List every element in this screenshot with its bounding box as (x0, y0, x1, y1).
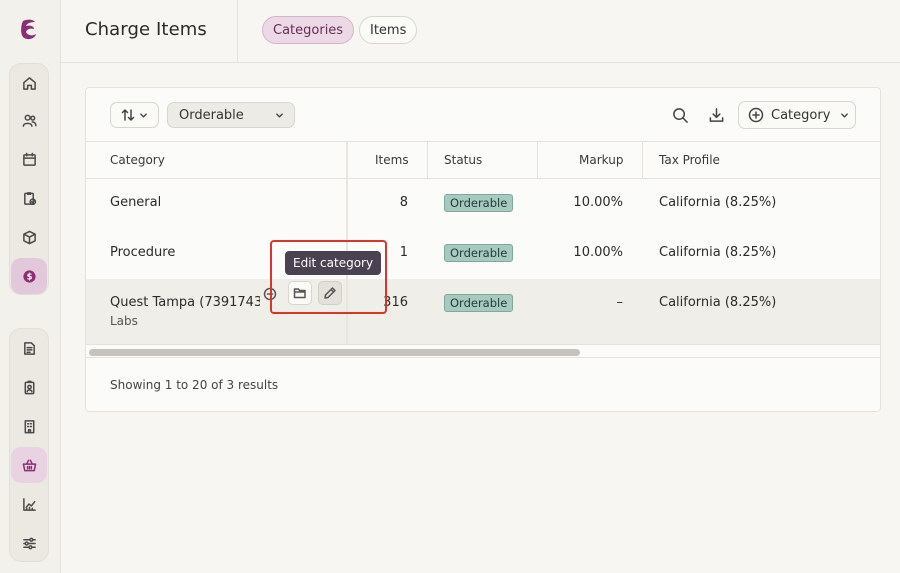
nav-staff[interactable] (11, 369, 47, 405)
nav-documents[interactable] (11, 330, 47, 366)
clipboard-check-icon (23, 191, 36, 205)
tab-items[interactable]: Items (359, 16, 418, 44)
column-separator (427, 142, 428, 179)
table-row[interactable]: General 8 Orderable 10.00% California (8… (86, 179, 880, 229)
table-toolbar: Orderable Category (86, 88, 880, 142)
page-title: Charge Items (85, 19, 207, 40)
markup-value: 10.00% (573, 195, 623, 210)
horizontal-scrollbar[interactable] (86, 344, 880, 358)
download-button[interactable] (705, 104, 727, 126)
category-name: Procedure (110, 245, 176, 260)
search-icon (672, 107, 688, 123)
column-header-items[interactable]: Items (375, 153, 409, 167)
users-icon (22, 114, 37, 127)
column-header-status[interactable]: Status (444, 153, 482, 167)
sort-button[interactable] (110, 102, 159, 128)
document-icon (23, 341, 35, 355)
building-icon (24, 419, 34, 433)
categories-card: Orderable Category Category Items Status… (85, 87, 881, 412)
tax-profile-value: California (8.25%) (659, 295, 777, 310)
nav-tasks[interactable] (11, 180, 47, 216)
home-icon (22, 76, 36, 90)
status-badge: Orderable (444, 244, 514, 262)
nav-patients[interactable] (11, 102, 47, 138)
chevron-down-icon (841, 112, 849, 118)
tax-profile-value: California (8.25%) (659, 195, 777, 210)
tax-profile-value: California (8.25%) (659, 245, 777, 260)
header-divider (237, 0, 238, 62)
chart-icon (22, 497, 36, 511)
status-filter-value: Orderable (179, 107, 244, 123)
nav-home[interactable] (11, 65, 47, 101)
nav-reports[interactable] (11, 486, 47, 522)
nav-settings[interactable] (11, 525, 47, 561)
column-header-markup[interactable]: Markup (579, 153, 623, 167)
table-row[interactable]: Procedure 1 Orderable 10.00% California … (86, 229, 880, 279)
status-filter-select[interactable]: Orderable (167, 102, 295, 128)
category-name: Quest Tampa (73917439) (110, 295, 260, 310)
nav-billing[interactable]: $ (11, 258, 47, 294)
category-name: General (110, 195, 162, 210)
tab-categories[interactable]: Categories (262, 16, 355, 44)
status-badge: Orderable (444, 194, 514, 212)
nav-calendar[interactable] (11, 141, 47, 177)
nav-group-secondary (9, 328, 49, 562)
box-icon (22, 230, 36, 244)
highlight-annotation (270, 240, 387, 314)
download-icon (709, 107, 723, 122)
column-header-category[interactable]: Category (110, 153, 165, 167)
basket-icon (22, 459, 36, 471)
items-count: 8 (399, 195, 408, 210)
chevron-down-icon (276, 112, 283, 118)
sort-icon (121, 109, 135, 121)
dollar-icon: $ (22, 269, 36, 283)
add-category-label: Category (771, 107, 831, 123)
id-badge-icon (24, 380, 34, 394)
nav-inventory[interactable] (11, 219, 47, 255)
scrollbar-thumb[interactable] (89, 349, 580, 356)
search-button[interactable] (669, 104, 691, 126)
page-header: Charge Items Categories Items (61, 0, 900, 63)
sliders-icon (22, 537, 36, 549)
chevron-down-icon (140, 112, 147, 118)
category-subtitle: Labs (110, 314, 138, 328)
add-category-button[interactable]: Category (738, 101, 856, 129)
sidebar: $ (0, 0, 61, 573)
status-badge: Orderable (444, 294, 514, 312)
nav-locations[interactable] (11, 408, 47, 444)
column-separator (537, 142, 538, 179)
column-separator (642, 142, 643, 179)
svg-text:$: $ (26, 271, 32, 281)
column-header-tax-profile[interactable]: Tax Profile (659, 153, 720, 167)
pagination-summary: Showing 1 to 20 of 3 results (110, 378, 279, 392)
markup-value: 10.00% (573, 245, 623, 260)
nav-charge-items[interactable] (11, 447, 47, 483)
markup-value: – (616, 295, 624, 310)
table-row[interactable]: Quest Tampa (73917439) Labs 316 Orderabl… (86, 279, 880, 344)
items-count: 1 (399, 245, 408, 260)
nav-group-primary: $ (9, 63, 49, 295)
calendar-icon (22, 152, 36, 166)
plus-circle-icon (748, 107, 764, 123)
table-header: Category Items Status Markup Tax Profile (86, 142, 880, 179)
brand-logo-icon[interactable] (17, 17, 41, 43)
